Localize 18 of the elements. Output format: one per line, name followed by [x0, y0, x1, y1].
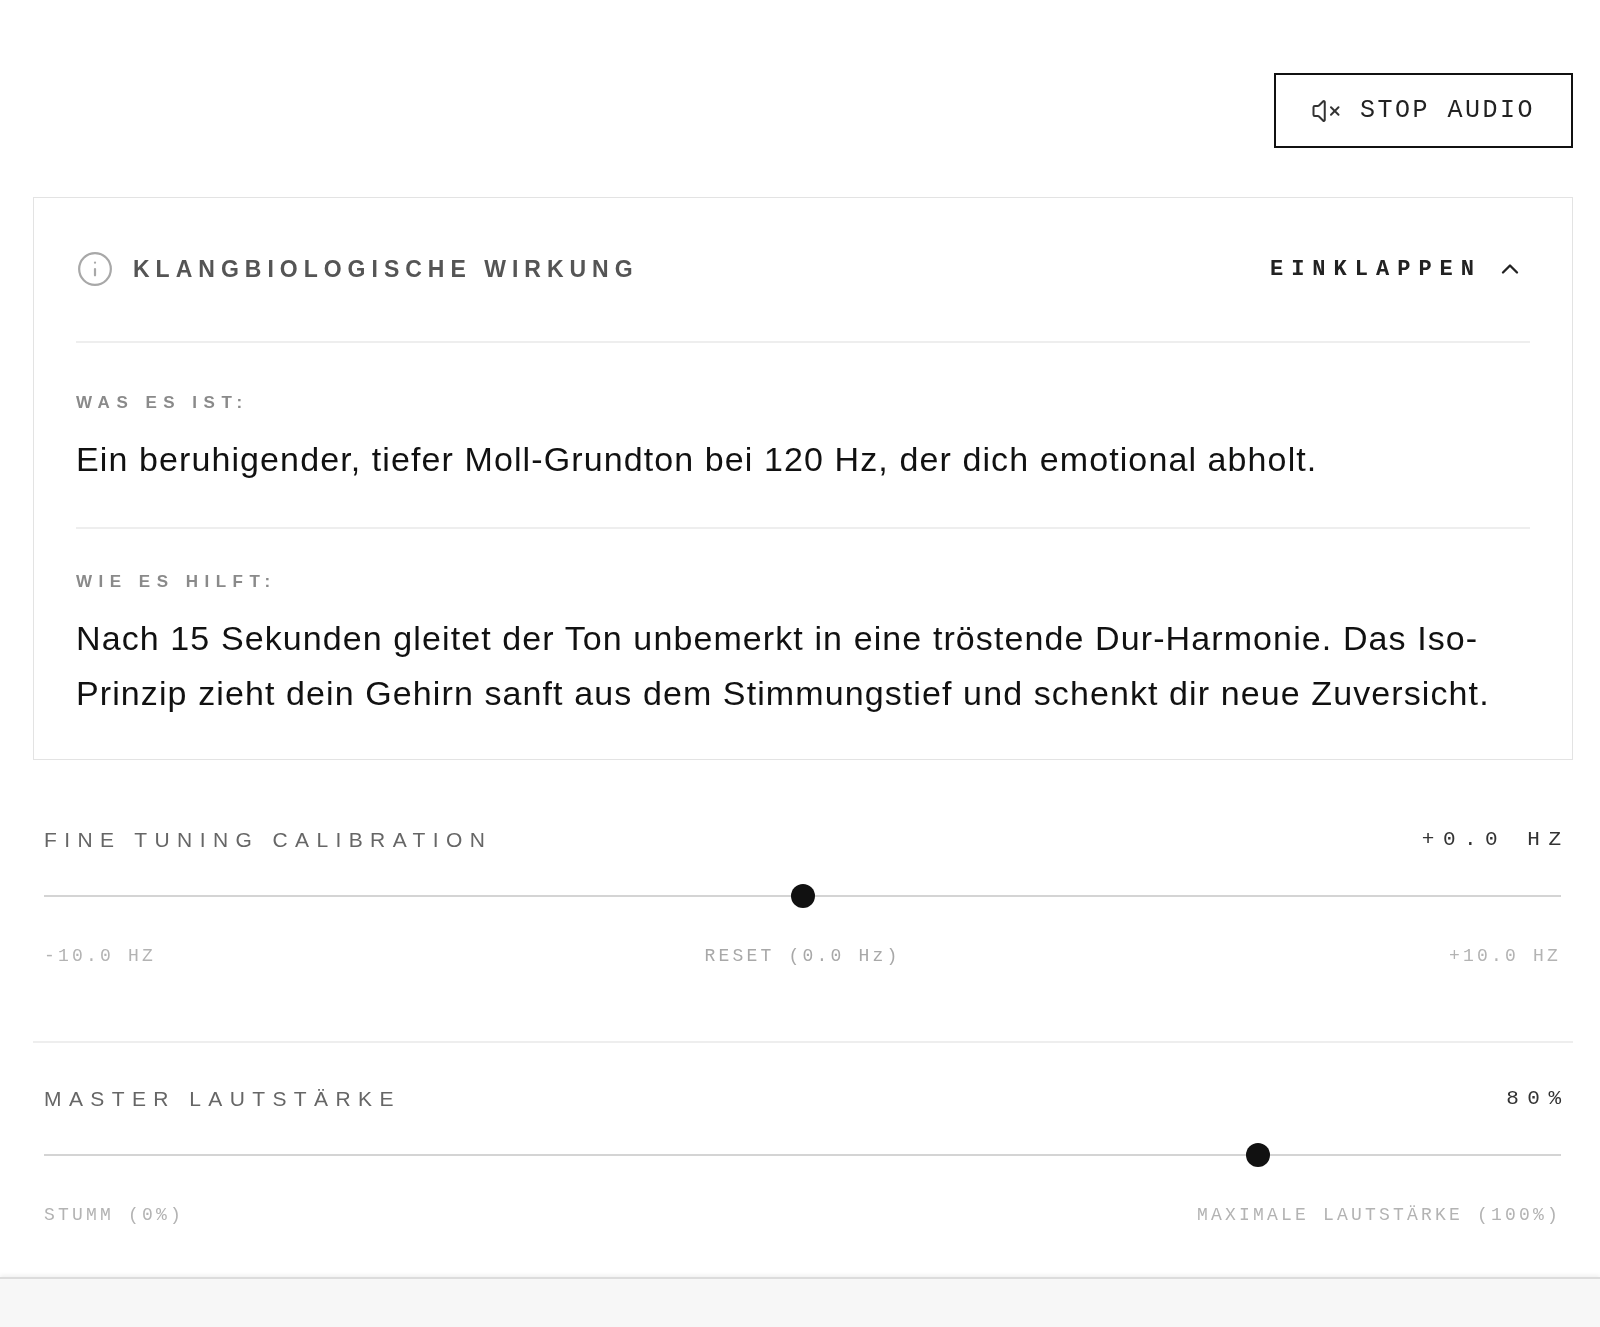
section-label: WAS ES IST: [76, 395, 249, 411]
range-min-label: STUMM (0%) [44, 1205, 185, 1225]
slider-label: MASTER LAUTSTÄRKE [44, 1087, 401, 1111]
range-max-label: +10.0 HZ [1449, 946, 1561, 966]
collapse-toggle[interactable]: EINKLAPPEN [1269, 255, 1530, 283]
section-text: Nach 15 Sekunden gleitet der Ton unbemerkt in eine tröstende Dur-Harmonie. Das Iso-Prinzip zieht dein Gehirn sanft aus dem Stimmungstief und schenkt dir neue Zuversicht. [76, 618, 1491, 714]
card-title: KLANGBIOLOGISCHE WIRKUNG [133, 255, 639, 283]
slider-value: 80% [1506, 1087, 1570, 1111]
section-text: Ein beruhigender, tiefer Moll-Grundton bei 120 Hz, der dich emotional abholt. [76, 439, 1319, 480]
range-min-label: -10.0 HZ [44, 946, 156, 966]
slider-label: FINE TUNING CALIBRATION [44, 828, 493, 852]
slider-thumb[interactable] [1245, 1143, 1270, 1167]
slider-value: +0.0 HZ [1421, 828, 1570, 852]
slider-thumb[interactable] [790, 884, 815, 908]
range-max-label: MAXIMALE LAUTSTÄRKE (100%) [1196, 1205, 1561, 1225]
section-label: WIE ES HILFT: [76, 574, 277, 590]
stop-audio-button[interactable]: STOP AUDIO [1273, 73, 1573, 148]
info-icon [76, 250, 114, 288]
